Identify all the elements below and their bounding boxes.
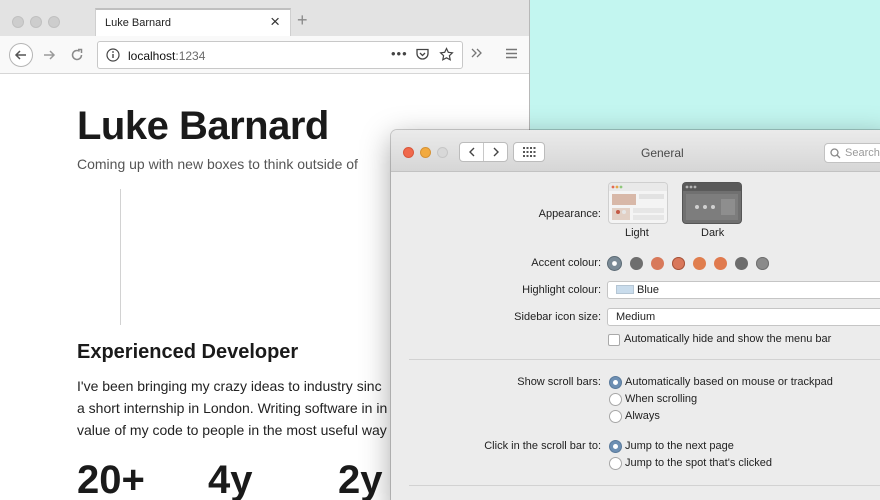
scroll-bars-always-radio[interactable] — [609, 410, 622, 423]
zoom-window-button[interactable] — [437, 147, 448, 158]
stat-value: 20+ — [77, 458, 145, 500]
url-text: localhost:1234 — [128, 49, 205, 63]
accent-colour-label: Accent colour: — [531, 257, 601, 269]
accent-swatch-yellow[interactable] — [693, 257, 706, 270]
chevron-right-icon — [493, 147, 499, 157]
scroll-bars-when-scrolling-radio[interactable] — [609, 393, 622, 406]
jump-next-page-label: Jump to the next page — [625, 440, 734, 452]
appearance-dark-label: Dark — [701, 227, 725, 239]
sidebar-icon-size-value: Medium — [616, 311, 656, 323]
show-all-button[interactable] — [513, 142, 545, 162]
reload-button[interactable] — [65, 43, 89, 67]
forward-button[interactable] — [483, 143, 507, 161]
hide-menu-bar-checkbox[interactable] — [608, 334, 620, 346]
hamburger-menu-icon[interactable] — [505, 47, 518, 60]
appearance-light-thumbnail[interactable] — [609, 183, 667, 223]
sidebar-icon-size-label: Sidebar icon size: — [514, 311, 601, 323]
page-actions-icon[interactable]: ••• — [391, 46, 408, 61]
accent-swatch-purple[interactable] — [756, 257, 769, 270]
url-bar[interactable]: localhost:1234 ••• — [97, 41, 463, 69]
search-field[interactable]: Search — [824, 143, 880, 163]
arrow-right-icon — [44, 50, 56, 60]
click-scroll-bar-label: Click in the scroll bar to: — [484, 440, 601, 452]
tab-strip: Luke Barnard × + — [0, 0, 529, 38]
navigation-bar: localhost:1234 ••• — [0, 36, 529, 74]
jump-to-spot-radio[interactable] — [609, 457, 622, 470]
close-window-button[interactable] — [12, 16, 24, 28]
appearance-light-label: Light — [625, 227, 649, 239]
bookmark-star-icon[interactable] — [439, 47, 454, 62]
highlight-colour-chip — [616, 285, 634, 294]
reload-icon — [71, 48, 83, 61]
jump-to-spot-label: Jump to the spot that's clicked — [625, 457, 773, 469]
back-button[interactable] — [460, 143, 483, 161]
highlight-colour-label: Highlight colour: — [522, 284, 601, 296]
back-button[interactable] — [9, 43, 33, 67]
grid-icon — [522, 147, 535, 157]
search-icon — [830, 148, 841, 159]
accent-swatch-blue[interactable] — [735, 257, 748, 270]
sidebar-icon-size-dropdown[interactable]: Medium — [607, 308, 880, 326]
section-heading: Experienced Developer — [77, 341, 299, 363]
forward-button[interactable] — [37, 43, 61, 67]
pocket-icon[interactable] — [415, 47, 430, 62]
prefs-window-controls — [403, 147, 448, 158]
selected-dot-icon — [612, 261, 617, 266]
browser-window-controls — [12, 16, 60, 28]
highlight-colour-dropdown[interactable]: Blue — [607, 281, 880, 299]
stat-value: 4y — [208, 458, 253, 500]
search-placeholder: Search — [845, 147, 880, 159]
info-icon — [106, 48, 120, 62]
show-scroll-bars-label: Show scroll bars: — [517, 376, 601, 388]
accent-swatch-graphite[interactable] — [630, 257, 643, 270]
zoom-window-button[interactable] — [48, 16, 60, 28]
url-host: localhost — [128, 49, 176, 63]
scroll-bars-when-scrolling-label: When scrolling — [625, 393, 698, 405]
overflow-chevron-icon[interactable] — [470, 46, 484, 60]
light-mode-preview-icon — [609, 183, 667, 220]
back-forward-control — [459, 142, 508, 162]
appearance-label: Appearance: — [538, 208, 601, 220]
jump-next-page-radio[interactable] — [609, 440, 622, 453]
section-divider — [409, 359, 880, 360]
chevron-left-icon — [468, 147, 474, 157]
page-title: Luke Barnard — [77, 104, 329, 148]
scroll-bars-always-label: Always — [625, 410, 660, 422]
vertical-divider — [120, 189, 121, 325]
hide-menu-bar-label: Automatically hide and show the menu bar — [624, 333, 832, 345]
stat-value: 2y — [338, 458, 383, 500]
tab-luke-barnard[interactable]: Luke Barnard × — [95, 8, 291, 38]
new-tab-button[interactable]: + — [297, 11, 308, 29]
close-window-button[interactable] — [403, 147, 414, 158]
system-preferences-window: General Search Appearance: Light Dark Ac… — [391, 130, 880, 500]
scroll-bars-auto-radio[interactable] — [609, 376, 622, 389]
url-port: :1234 — [175, 49, 206, 63]
appearance-dark-thumbnail[interactable] — [683, 183, 741, 223]
page-subtitle: Coming up with new boxes to think outsid… — [77, 156, 358, 172]
minimize-window-button[interactable] — [420, 147, 431, 158]
tab-title: Luke Barnard — [105, 17, 172, 29]
accent-swatch-multicolour[interactable] — [608, 257, 621, 270]
dark-mode-preview-icon — [683, 183, 741, 220]
prefs-title: General — [641, 146, 684, 160]
scroll-bars-auto-label: Automatically based on mouse or trackpad — [625, 376, 833, 388]
tab-close-icon[interactable]: × — [270, 13, 280, 30]
arrow-left-icon — [14, 50, 26, 60]
prefs-titlebar: General Search — [391, 130, 880, 172]
accent-swatch-green[interactable] — [714, 257, 727, 270]
accent-swatch-orange[interactable] — [672, 257, 685, 270]
highlight-colour-value: Blue — [637, 284, 660, 296]
minimize-window-button[interactable] — [30, 16, 42, 28]
accent-swatch-red[interactable] — [651, 257, 664, 270]
section-divider — [409, 485, 880, 486]
